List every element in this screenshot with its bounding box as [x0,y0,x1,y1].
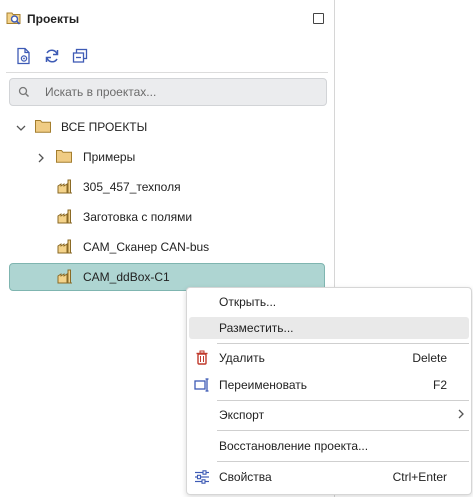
menu-item-label: Разместить... [219,321,294,335]
projects-icon [6,10,22,29]
menu-item-properties[interactable]: Свойства Ctrl+Enter [189,466,469,488]
menu-item-export[interactable]: Экспорт [189,404,469,426]
search-placeholder: Искать в проектах... [45,85,157,99]
context-menu: Открыть... Разместить... Удалить Delete [186,287,472,495]
tree-item-label: Заготовка с полями [83,210,193,224]
chevron-right-icon[interactable] [36,152,46,166]
sliders-icon [194,469,210,488]
project-icon [57,268,73,287]
project-icon [57,208,73,227]
panel-title: Проекты [27,12,80,26]
folder-icon [56,149,72,166]
menu-divider [217,461,469,462]
refresh-icon[interactable] [43,47,61,65]
menu-item-label: Переименовать [219,378,307,392]
menu-item-label: Открыть... [219,295,277,309]
shortcut-label: Ctrl+Enter [392,470,447,484]
search-icon [18,86,30,101]
search-input[interactable]: Искать в проектах... [9,78,327,106]
project-icon [57,178,73,197]
tree-root-all-projects[interactable]: ВСЕ ПРОЕКТЫ [9,113,325,141]
shortcut-label: F2 [432,378,447,392]
tree-item-label: CAM_Сканер CAN-bus [83,240,210,254]
tree-item-label: Примеры [83,150,136,164]
folder-icon [35,119,51,136]
menu-item-rename[interactable]: Переименовать F2 [189,374,469,396]
menu-item-label: Свойства [219,470,272,484]
chevron-down-icon[interactable] [16,122,26,136]
menu-item-open[interactable]: Открыть... [189,291,469,313]
menu-divider [217,343,469,344]
menu-item-label: Экспорт [219,408,265,422]
project-icon [57,238,73,257]
collapse-all-icon[interactable] [71,47,89,65]
chevron-right-icon [457,408,465,423]
tree-item-project[interactable]: CAM_Сканер CAN-bus [9,233,325,261]
trash-icon [194,350,210,369]
shortcut-label: Delete [412,351,447,365]
panel-header: Проекты [6,8,326,28]
menu-item-restore[interactable]: Восстановление проекта... [189,435,469,457]
tree-item-examples[interactable]: Примеры [9,143,325,171]
rename-icon [194,377,210,396]
menu-item-delete[interactable]: Удалить Delete [189,347,469,369]
menu-divider [217,430,469,431]
menu-item-label: Восстановление проекта... [219,439,369,453]
tree-item-label: 305_457_техполя [83,180,181,194]
tree-item-label: CAM_ddBox-C1 [83,270,170,284]
toolbar-divider [6,72,328,73]
menu-item-label: Удалить [219,351,265,365]
menu-divider [217,400,469,401]
tree-item-project[interactable]: Заготовка с полями [9,203,325,231]
maximize-button[interactable] [313,13,324,24]
tree-root-label: ВСЕ ПРОЕКТЫ [61,120,148,134]
menu-item-place[interactable]: Разместить... [189,317,469,339]
new-project-icon[interactable] [15,47,33,65]
tree-item-project[interactable]: 305_457_техполя [9,173,325,201]
